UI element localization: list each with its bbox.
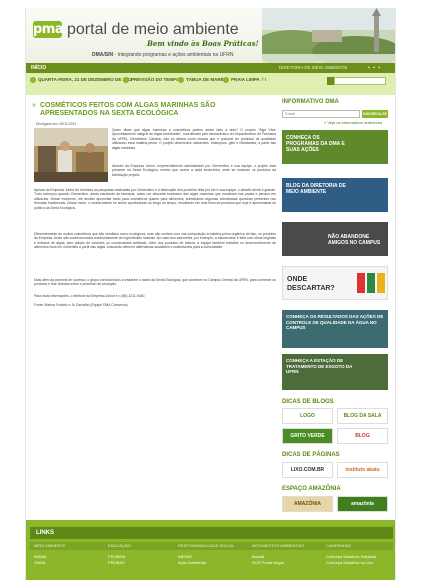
banner-programs-text: CONHEÇA OS PROGRAMAS DA DMA E SUAS AÇÕES <box>286 135 345 153</box>
bin-green-icon <box>367 273 375 293</box>
site-title[interactable]: portal de meio ambiente <box>67 21 239 38</box>
search-input[interactable] <box>334 77 386 85</box>
nav-weather-link[interactable]: PREVISÃO DO TEMPO <box>123 77 180 83</box>
blog-tile-4[interactable]: BLOG <box>337 428 388 444</box>
footer-link[interactable]: SOS Ponta Negra <box>252 560 284 565</box>
banner-water-quality-text: CONHEÇA OS RESULTADOS DAS AÇÕES DE CONTR… <box>286 314 384 330</box>
article-title[interactable]: COSMÉTICOS FEITOS COM ALGAS MARINHAS SÃO… <box>40 102 272 118</box>
bin-red-icon <box>357 273 365 293</box>
article-paragraph-4: Diferentemente de muitos cosméticos que … <box>34 232 277 250</box>
newsletter-email-input[interactable]: Email <box>282 110 360 118</box>
article-photo <box>34 128 108 182</box>
footer-link[interactable]: Conheça Swarflow no Lixo <box>326 560 373 565</box>
nav-share-icons[interactable]: ▪ ▪ ▪ <box>368 65 381 71</box>
article-paragraph-2: Através da Empresa Júnior, empreendiment… <box>112 164 276 177</box>
footer-col-heading: EDUCAÇÃO <box>108 543 131 548</box>
site-subtitle-rest: - Integrando programas e ações ambientai… <box>113 52 234 58</box>
blog-tile-grito-verde[interactable]: GRITO VERDE <box>282 428 333 444</box>
nav-tide-link[interactable]: TÁBUA DE MARÉ <box>178 77 224 83</box>
secondary-nav: QUARTA-FEIRA, 21 DE DEZEMBRO DE 2011 PRE… <box>26 73 395 95</box>
calendar-icon <box>30 77 36 83</box>
blogs-heading: DICAS DE BLOGS <box>282 399 334 405</box>
footer-col-heading: MOVIMENTOS AMBIENTAIS <box>252 543 305 548</box>
footer-link[interactable]: PROBEM <box>108 554 125 559</box>
banner-blog-dma[interactable]: BLOG DA DIRETORIA DE MEIO AMBIENTE <box>282 178 388 212</box>
nav-date: QUARTA-FEIRA, 21 DE DEZEMBRO DE 2011 <box>30 77 132 83</box>
footer-link[interactable]: Ação Ambiental <box>178 560 206 565</box>
pages-heading: DICAS DE PÁGINAS <box>282 452 340 458</box>
blog-tile-sala-verde[interactable]: BLOG DA SALA VERDE <box>337 408 388 424</box>
page: pma portal de meio ambiente Bem vindo às… <box>0 0 421 582</box>
footer-link[interactable]: IBAMA <box>34 554 46 559</box>
footer-col-heading: MEIO AMBIENTE <box>34 543 66 548</box>
footer-link[interactable]: ONDA <box>34 560 46 565</box>
site-header: pma portal de meio ambiente Bem vindo às… <box>26 8 395 63</box>
site-slogan: Bem vindo às Boas Práticas! <box>147 39 259 48</box>
newsletter-archive-link[interactable]: » Veja os informativos anteriores <box>324 120 382 125</box>
article-paragraph-5: Mais além da parceria de sucesso, o grup… <box>34 278 276 287</box>
nav-weather-label: PREVISÃO DO TEMPO <box>131 77 180 83</box>
site-logo[interactable]: pma <box>33 20 64 39</box>
weather-icon <box>123 77 129 83</box>
header-photo-image <box>262 8 395 63</box>
nav-beach-label: PRAIA LIMPA <box>231 77 260 83</box>
nav-social-icons[interactable]: f t <box>262 77 266 82</box>
site-subtitle-strong: DMA/SIN <box>92 52 114 58</box>
footer-link[interactable]: Bacia8 <box>252 554 264 559</box>
footer-columns-header: MEIO AMBIENTE EDUCAÇÃO RESPONSABILIDADE … <box>30 542 393 550</box>
banner-programs[interactable]: CONHEÇA OS PROGRAMAS DA DMA E SUAS AÇÕES <box>282 130 388 164</box>
beach-icon <box>223 77 229 83</box>
banner-animals-text: NÃO ABANDONE AMIGOS NO CAMPUS <box>328 234 381 246</box>
footer-link[interactable]: PROBAS <box>108 560 125 565</box>
article-source: Fonte: Marina Furtado e Jô Carvalho (Equ… <box>34 303 128 307</box>
nav-beach-link[interactable]: PRAIA LIMPA <box>223 77 260 83</box>
bin-yellow-icon <box>377 273 385 293</box>
article-photo-image <box>34 128 108 182</box>
links-bar: LINKS <box>30 527 393 539</box>
title-arrow-icon: » <box>32 102 36 109</box>
tide-icon <box>178 77 184 83</box>
amazon-heading: ESPAÇO AMAZÔNIA <box>282 486 341 492</box>
banner-disposal[interactable]: ONDE DESCARTAR? <box>282 266 388 300</box>
article-paragraph-3: Apesar de Empresa Júnior ter recebido as… <box>34 188 277 210</box>
nav-directorate-link[interactable]: DIRETORIA DE MEIO AMBIENTE <box>279 65 347 70</box>
page-tile-akatu[interactable]: instituto akatu <box>337 462 388 478</box>
footer-link[interactable]: Conheça Swarflow Solidária <box>326 554 376 559</box>
banner-blog-dma-text: BLOG DA DIRETORIA DE MEIO AMBIENTE <box>286 183 346 195</box>
article-paragraph-6: Para mais informações, o telefone da Emp… <box>34 294 146 298</box>
banner-sewage-text: CONHEÇA A ESTAÇÃO DE TRATAMENTO DE ESGOT… <box>286 358 353 374</box>
links-heading: LINKS <box>36 530 54 536</box>
site-subtitle: DMA/SIN - Integrando programas e ações a… <box>92 52 233 58</box>
site-footer: LINKS MEIO AMBIENTE EDUCAÇÃO RESPONSABIL… <box>26 520 395 580</box>
article-paragraph-1: Quem disse que algas marinhas e cosmétic… <box>112 128 276 150</box>
banner-sewage[interactable]: CONHEÇA A ESTAÇÃO DE TRATAMENTO DE ESGOT… <box>282 354 388 390</box>
banner-water-quality[interactable]: CONHEÇA OS RESULTADOS DAS AÇÕES DE CONTR… <box>282 310 388 348</box>
nav-home-link[interactable]: INÍCIO <box>31 65 46 71</box>
footer-col-heading: RESPONSABILIDADE SOCIAL <box>178 543 235 548</box>
page-tile-lixo[interactable]: LIXO.COM.BR <box>282 462 333 478</box>
top-nav: INÍCIO DIRETORIA DE MEIO AMBIENTE ▪ ▪ ▪ <box>26 63 395 73</box>
footer-col-heading: CAMPANHAS <box>326 543 352 548</box>
article-date: Divulgado em: 09/11/2011 <box>36 122 77 126</box>
newsletter-subscribe-button[interactable]: INSCREVA-SE <box>362 110 388 118</box>
site-container: pma portal de meio ambiente Bem vindo às… <box>25 8 396 580</box>
header-photo <box>262 8 395 63</box>
blog-tile-1[interactable]: LOGO <box>282 408 333 424</box>
nav-date-label: QUARTA-FEIRA, 21 DE DEZEMBRO DE 2011 <box>38 77 133 83</box>
banner-animals[interactable]: NÃO ABANDONE AMIGOS NO CAMPUS <box>282 222 388 256</box>
nav-tide-label: TÁBUA DE MARÉ <box>186 77 224 83</box>
footer-link[interactable]: ABONG <box>178 554 192 559</box>
banner-disposal-text: ONDE DESCARTAR? <box>287 276 335 292</box>
amazon-tile-1[interactable]: AMAZÔNIA <box>282 496 333 512</box>
newsletter-heading: INFORMATIVO DMA <box>282 99 339 105</box>
amazon-tile-2[interactable]: amazônia <box>337 496 388 512</box>
search-button[interactable] <box>327 77 334 85</box>
